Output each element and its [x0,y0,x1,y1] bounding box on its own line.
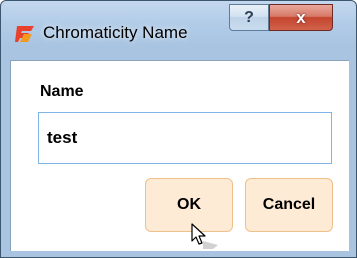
dialog-window: Chromaticity Name ? x Name OK Cancel [0,0,357,258]
name-input[interactable] [38,112,332,164]
app-logo-icon [15,25,35,43]
dialog-title: Chromaticity Name [43,23,188,42]
cancel-button[interactable]: Cancel [245,178,333,232]
mouse-pointer-icon [189,219,219,249]
close-button[interactable]: x [269,4,333,31]
help-button[interactable]: ? [229,4,269,31]
dialog-content: Name OK Cancel [10,60,349,251]
name-label: Name [40,83,84,100]
